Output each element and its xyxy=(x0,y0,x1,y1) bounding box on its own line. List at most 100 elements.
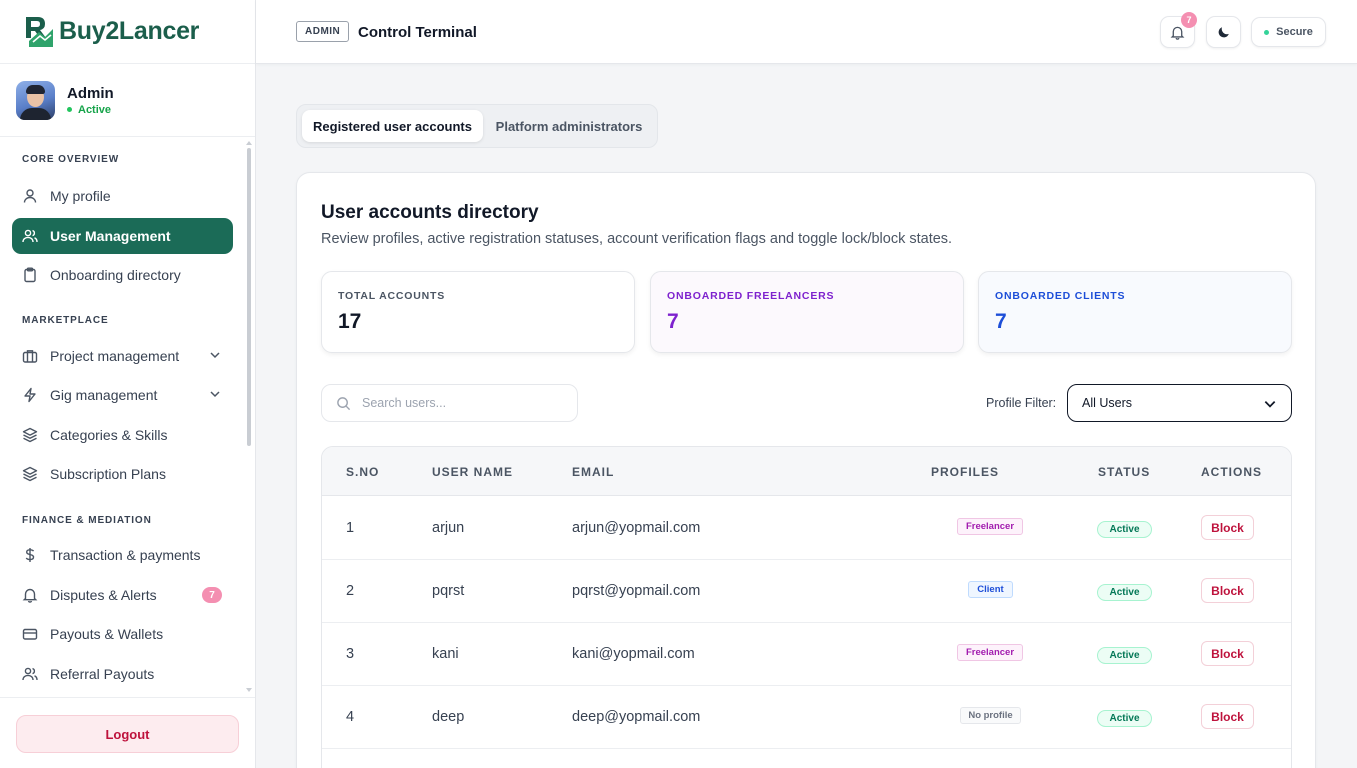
disputes-count-badge: 7 xyxy=(202,587,222,603)
cell-email: arjun@yopmail.com xyxy=(572,520,701,536)
stat-value: 7 xyxy=(995,310,1007,333)
nav-section-core-overview: CORE OVERVIEW xyxy=(22,154,120,165)
chevron-down-icon[interactable] xyxy=(209,388,221,400)
logo-mark-icon xyxy=(26,16,53,47)
tab-platform-administrators[interactable]: Platform administrators xyxy=(485,110,653,142)
status-badge: Active xyxy=(1097,584,1152,601)
theme-toggle-button[interactable] xyxy=(1206,16,1241,48)
sidebar-item-payouts-wallets[interactable]: Payouts & Wallets xyxy=(12,616,233,652)
block-button[interactable]: Block xyxy=(1201,515,1254,540)
bolt-icon xyxy=(22,387,38,403)
moon-icon xyxy=(1218,27,1229,38)
cell-user-name: pqrst xyxy=(432,583,465,599)
stat-value: 17 xyxy=(338,310,362,333)
sidebar-item-label: Subscription Plans xyxy=(50,466,166,482)
search-icon xyxy=(337,396,351,410)
column-header-user-name: USER NAME xyxy=(432,465,514,479)
sidebar-item-label: User Management xyxy=(50,228,171,244)
card-icon xyxy=(22,626,38,642)
status-badge: Active xyxy=(1097,647,1152,664)
profile-badge: Freelancer xyxy=(957,518,1023,535)
profile-filter-select[interactable]: All Users xyxy=(1067,384,1292,422)
directory-title: User accounts directory xyxy=(321,202,539,223)
briefcase-icon xyxy=(22,348,38,364)
status-badge: Active xyxy=(1097,521,1152,538)
sidebar-scroll-thumb[interactable] xyxy=(247,148,251,446)
block-button[interactable]: Block xyxy=(1201,641,1254,666)
admin-tag: ADMIN xyxy=(296,21,350,42)
sidebar-item-my-profile[interactable]: My profile xyxy=(12,178,233,214)
notification-count-badge: 7 xyxy=(1181,12,1197,28)
sidebar-item-referral-payouts[interactable]: Referral Payouts xyxy=(12,656,233,692)
chevron-down-icon[interactable] xyxy=(209,349,221,361)
sidebar-item-label: Payouts & Wallets xyxy=(50,626,164,642)
column-header-status: STATUS xyxy=(1098,465,1151,479)
profile-filter-label: Profile Filter: xyxy=(986,396,1057,410)
sidebar-item-categories-skills[interactable]: Categories & Skills xyxy=(12,417,233,453)
stat-label: TOTAL ACCOUNTS xyxy=(338,290,446,302)
table-row: 4 deep deep@yopmail.com No profile Activ… xyxy=(322,686,1291,749)
user-directory-card: User accounts directory Review profiles,… xyxy=(296,172,1316,768)
account-tabs: Registered user accounts Platform admini… xyxy=(296,104,658,148)
users-table: S.NO USER NAME EMAIL PROFILES STATUS ACT… xyxy=(321,446,1292,768)
bell-icon xyxy=(22,587,38,603)
sidebar: Buy2Lancer Admin Active CORE OVERVIEW My… xyxy=(0,0,256,768)
profile-badge: Freelancer xyxy=(957,644,1023,661)
user-icon xyxy=(22,188,38,204)
cell-sno: 1 xyxy=(346,520,355,536)
sidebar-item-subscription-plans[interactable]: Subscription Plans xyxy=(12,456,233,492)
block-button[interactable]: Block xyxy=(1201,704,1254,729)
cell-email: deep@yopmail.com xyxy=(572,709,701,725)
cell-sno: 4 xyxy=(346,709,355,725)
sidebar-item-label: Gig management xyxy=(50,387,158,403)
logout-button[interactable]: Logout xyxy=(16,715,239,753)
column-header-profiles: PROFILES xyxy=(931,465,1000,479)
search-placeholder: Search users... xyxy=(362,396,447,410)
search-input[interactable]: Search users... xyxy=(321,384,578,422)
nav-section-finance-mediation: FINANCE & MEDIATION xyxy=(22,515,152,526)
logo[interactable]: Buy2Lancer xyxy=(0,0,255,64)
avatar xyxy=(16,80,55,120)
sidebar-item-transactions-payments[interactable]: Transaction & payments xyxy=(12,537,233,573)
sidebar-nav: CORE OVERVIEW My profile User Management… xyxy=(0,138,246,696)
sidebar-item-label: Referral Payouts xyxy=(50,666,155,682)
column-header-email: EMAIL xyxy=(572,465,615,479)
sidebar-item-gig-management[interactable]: Gig management xyxy=(12,377,233,413)
sidebar-item-disputes-alerts[interactable]: Disputes & Alerts 7 xyxy=(12,577,233,613)
user-name: Admin xyxy=(67,84,114,102)
sidebar-footer: Logout xyxy=(0,697,255,768)
profile-badge: Client xyxy=(968,581,1013,598)
stat-onboarded-clients: ONBOARDED CLIENTS 7 xyxy=(978,271,1292,353)
directory-subtitle: Review profiles, active registration sta… xyxy=(321,231,953,247)
block-button[interactable]: Block xyxy=(1201,578,1254,603)
sidebar-item-project-management[interactable]: Project management xyxy=(12,338,233,374)
scroll-up-arrow-icon[interactable] xyxy=(246,140,252,145)
bell-icon xyxy=(1170,26,1185,40)
status-dot-icon xyxy=(67,107,72,112)
status-badge: Active xyxy=(1097,710,1152,727)
user-status-label: Active xyxy=(78,103,112,116)
table-header: S.NO USER NAME EMAIL PROFILES STATUS ACT… xyxy=(322,447,1291,496)
tab-registered-user-accounts[interactable]: Registered user accounts xyxy=(302,110,483,142)
stat-label: ONBOARDED FREELANCERS xyxy=(667,290,835,302)
sidebar-item-label: Onboarding directory xyxy=(50,267,181,283)
cell-user-name: kani xyxy=(432,646,459,662)
stat-label: ONBOARDED CLIENTS xyxy=(995,290,1126,302)
user-profile-block[interactable]: Admin Active xyxy=(0,64,255,137)
sidebar-item-label: Disputes & Alerts xyxy=(50,587,157,603)
column-header-sno: S.NO xyxy=(346,465,380,479)
profile-filter-value: All Users xyxy=(1082,396,1133,410)
secure-label: Secure xyxy=(1276,26,1313,38)
scroll-down-arrow-icon[interactable] xyxy=(246,688,252,693)
stat-onboarded-freelancers: ONBOARDED FREELANCERS 7 xyxy=(650,271,964,353)
clipboard-icon xyxy=(22,267,38,283)
user-status: Active xyxy=(67,104,114,116)
sidebar-item-label: Transaction & payments xyxy=(50,547,201,563)
sidebar-item-onboarding-directory[interactable]: Onboarding directory xyxy=(12,257,233,293)
table-row: 1 arjun arjun@yopmail.com Freelancer Act… xyxy=(322,497,1291,560)
cell-user-name: arjun xyxy=(432,520,465,536)
stat-value: 7 xyxy=(667,310,679,333)
sidebar-item-user-management[interactable]: User Management xyxy=(12,218,233,254)
table-row: 3 kani kani@yopmail.com Freelancer Activ… xyxy=(322,623,1291,686)
stat-total-accounts: TOTAL ACCOUNTS 17 xyxy=(321,271,635,353)
